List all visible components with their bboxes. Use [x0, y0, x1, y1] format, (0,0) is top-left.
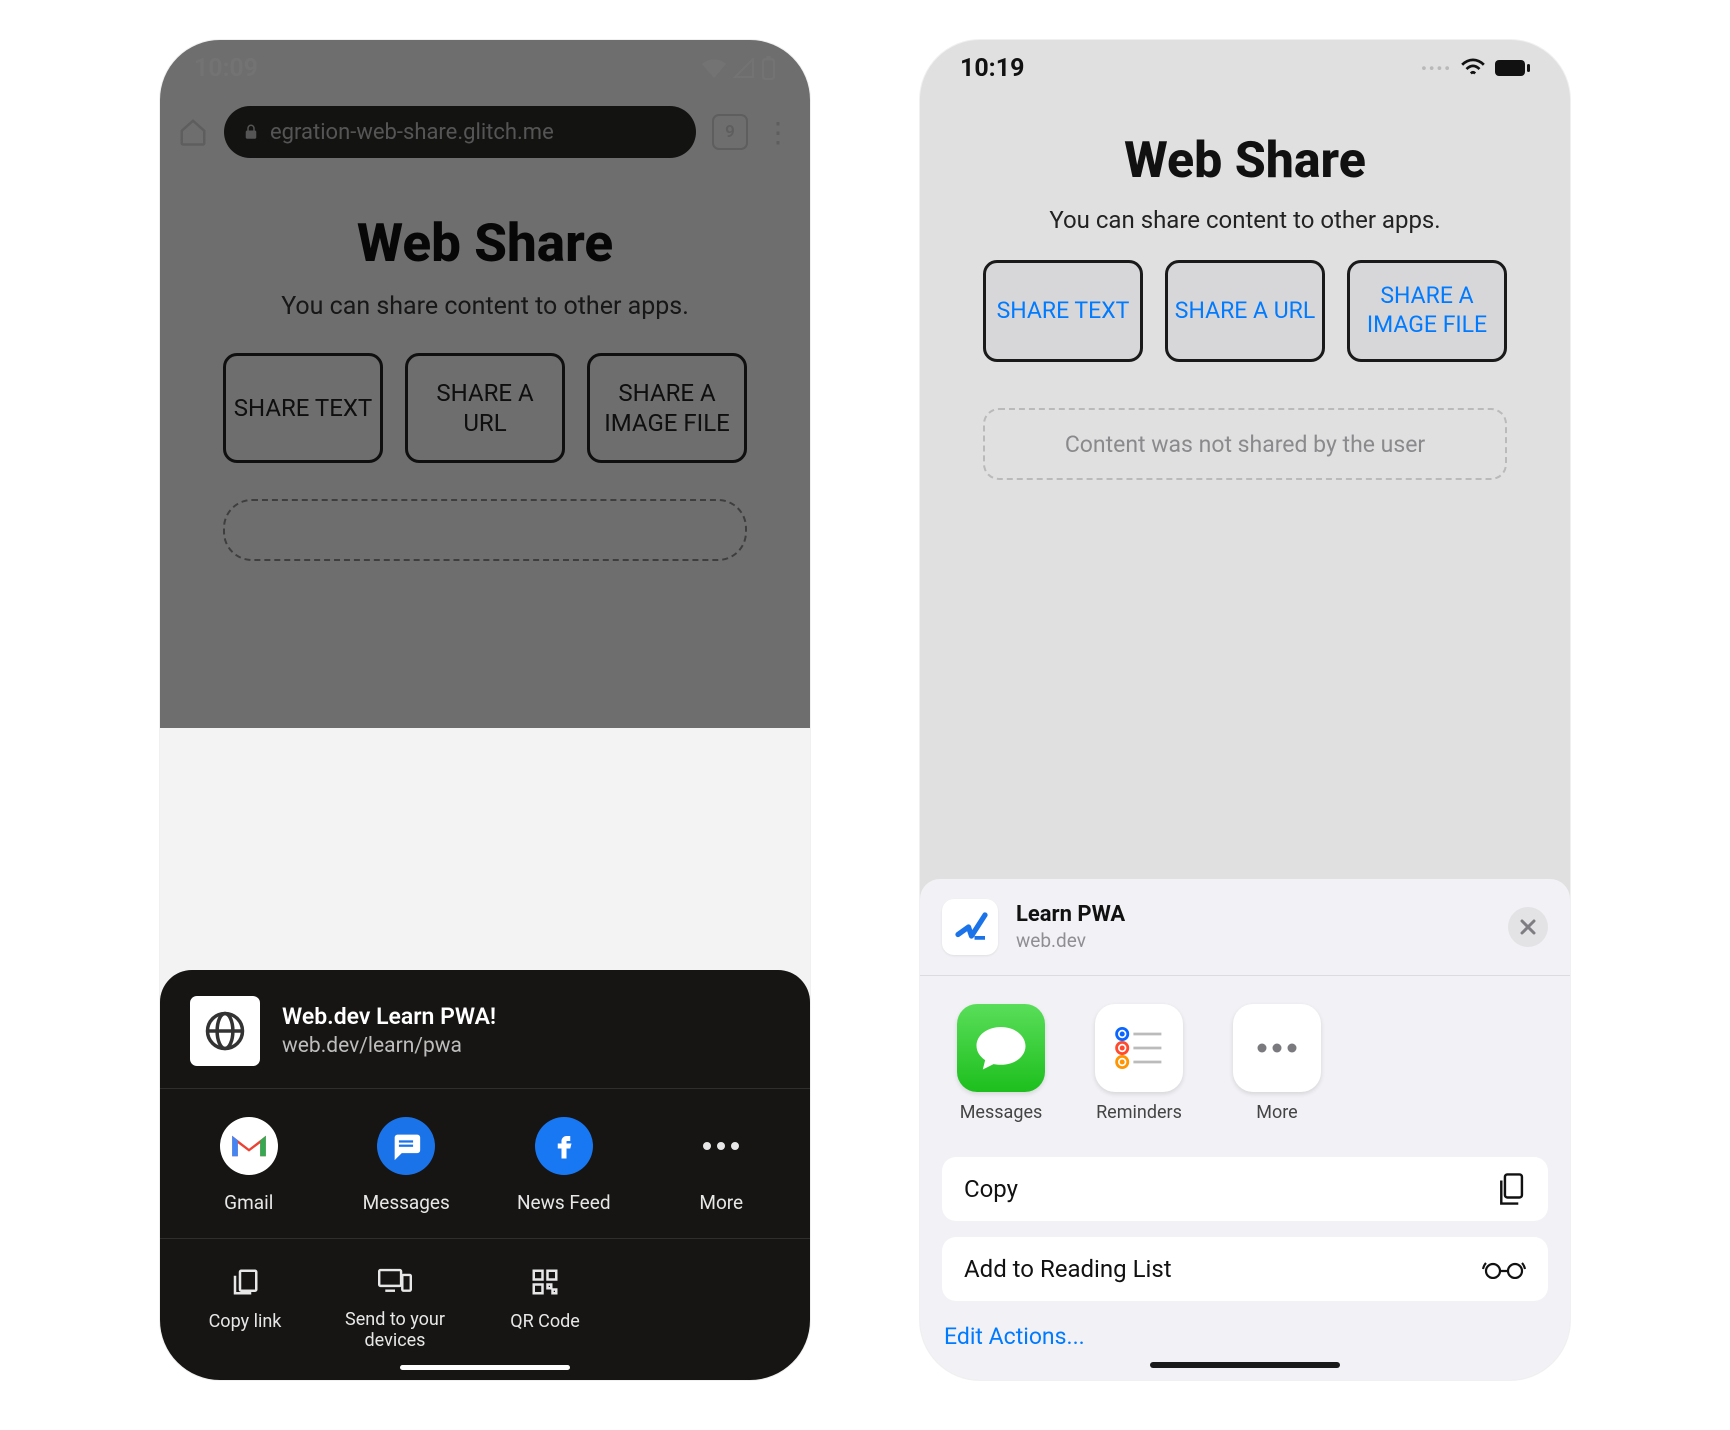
share-url: web.dev — [1016, 929, 1125, 952]
share-app-messages[interactable]: Messages — [336, 1117, 476, 1214]
ios-page: Web Share You can share content to other… — [920, 96, 1570, 510]
share-app-gmail[interactable]: Gmail — [179, 1117, 319, 1214]
ios-share-sheet: Learn PWA web.dev Messages Reminders — [920, 879, 1570, 1380]
ios-status-bar: 10:19 •••• — [920, 40, 1570, 96]
qr-code-action[interactable]: QR Code — [470, 1267, 620, 1352]
share-url-button[interactable]: SHARE A URL — [1165, 260, 1325, 362]
copy-icon — [1496, 1172, 1526, 1206]
share-header: Web.dev Learn PWA! web.dev/learn/pwa — [160, 996, 810, 1088]
android-dim-overlay[interactable] — [160, 40, 810, 728]
share-app-more[interactable]: More — [651, 1117, 791, 1214]
close-button[interactable] — [1508, 907, 1548, 947]
clock: 10:19 — [960, 54, 1024, 83]
android-phone: 10:09 egration-web-share.glitch.me 9 ⋮ W… — [160, 40, 810, 1380]
share-app-facebook[interactable]: News Feed — [494, 1117, 634, 1214]
share-app-more[interactable]: More — [1222, 1004, 1332, 1123]
share-thumbnail — [942, 899, 998, 955]
devices-icon — [378, 1267, 412, 1295]
share-header: Learn PWA web.dev — [920, 879, 1570, 976]
result-message: Content was not shared by the user — [983, 408, 1507, 480]
battery-icon — [1494, 59, 1530, 77]
ios-home-bar[interactable] — [1150, 1362, 1340, 1368]
wifi-icon — [1460, 58, 1486, 78]
ios-phone: 10:19 •••• Web Share You can share conte… — [920, 40, 1570, 1380]
copy-action[interactable]: Copy — [942, 1157, 1548, 1221]
share-thumbnail — [190, 996, 260, 1066]
copy-icon — [230, 1267, 260, 1297]
android-share-sheet: Web.dev Learn PWA! web.dev/learn/pwa Gma… — [160, 970, 810, 1380]
share-app-reminders[interactable]: Reminders — [1084, 1004, 1194, 1123]
share-url: web.dev/learn/pwa — [282, 1034, 496, 1058]
share-app-messages[interactable]: Messages — [946, 1004, 1056, 1123]
send-devices-action[interactable]: Send to your devices — [320, 1267, 470, 1352]
share-text-button[interactable]: SHARE TEXT — [983, 260, 1143, 362]
share-title: Web.dev Learn PWA! — [282, 1003, 496, 1030]
page-subtitle: You can share content to other apps. — [920, 206, 1570, 234]
share-title: Learn PWA — [1016, 902, 1125, 927]
android-home-bar[interactable] — [400, 1365, 570, 1370]
page-title: Web Share — [920, 96, 1570, 190]
qr-icon — [530, 1267, 560, 1297]
reading-list-action[interactable]: Add to Reading List — [942, 1237, 1548, 1301]
copy-link-action[interactable]: Copy link — [170, 1267, 320, 1352]
share-image-button[interactable]: SHARE A IMAGE FILE — [1347, 260, 1507, 362]
cellular-dots-icon: •••• — [1421, 59, 1452, 78]
glasses-icon — [1482, 1259, 1526, 1279]
edit-actions-link[interactable]: Edit Actions... — [920, 1317, 1570, 1380]
